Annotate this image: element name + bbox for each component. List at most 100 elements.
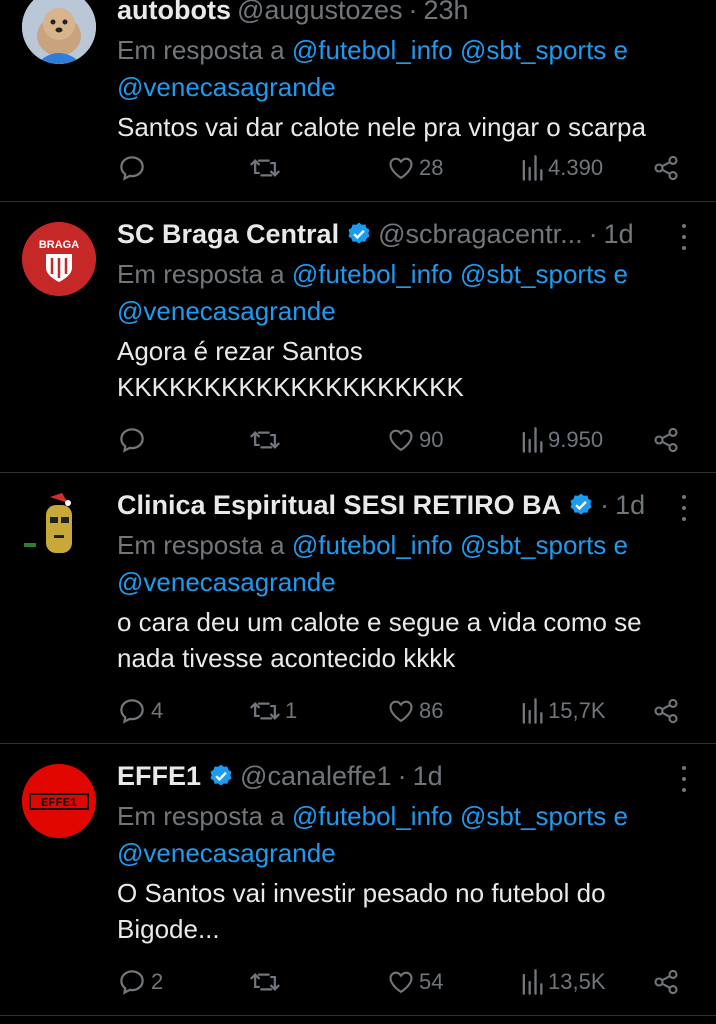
- share-button[interactable]: [652, 697, 680, 725]
- retweet-icon: [250, 431, 280, 449]
- reply-prefix: Em resposta a: [117, 35, 285, 65]
- avatar[interactable]: [22, 491, 96, 565]
- views-button[interactable]: 13,5K: [520, 968, 606, 996]
- retweet-icon: [250, 159, 280, 177]
- share-button[interactable]: [652, 426, 680, 454]
- share-button[interactable]: [652, 968, 680, 996]
- views-button[interactable]: 9.950: [520, 426, 603, 454]
- avatar-logo-text: EFFE1: [41, 796, 77, 810]
- mention-link[interactable]: @sbt_sports: [460, 35, 606, 65]
- view-count: 9.950: [548, 427, 604, 452]
- reply-prefix: Em resposta a: [117, 259, 285, 289]
- more-options-button[interactable]: [680, 766, 688, 792]
- mention-link[interactable]: @sbt_sports: [460, 530, 606, 560]
- author-handle[interactable]: @augustozes: [237, 0, 403, 26]
- tweet-text: O Santos vai investir pesado no futebol …: [117, 878, 606, 944]
- mention-link[interactable]: @venecasagrande: [117, 296, 336, 326]
- views-chart-icon: [522, 698, 543, 724]
- author-name[interactable]: SC Braga Central: [117, 219, 339, 250]
- reply-button[interactable]: 2: [117, 967, 163, 997]
- braga-crest-icon: BRAGA: [22, 222, 96, 296]
- avatar-logo-text: BRAGA: [39, 239, 79, 251]
- like-button[interactable]: 90: [387, 426, 443, 454]
- like-button[interactable]: 86: [387, 697, 443, 725]
- share-icon: [654, 969, 678, 995]
- mention-link[interactable]: @futebol_info: [292, 35, 453, 65]
- mention-link[interactable]: @futebol_info: [292, 801, 453, 831]
- retweet-button[interactable]: 1: [249, 696, 297, 726]
- views-chart-icon: [522, 969, 543, 995]
- mention-link[interactable]: @venecasagrande: [117, 567, 336, 597]
- mention-link[interactable]: @venecasagrande: [117, 838, 336, 868]
- like-count: 86: [419, 698, 444, 723]
- tweet[interactable]: Clinica Espiritual SESI RETIRO BA · 1d E…: [0, 473, 716, 744]
- share-icon: [654, 698, 678, 724]
- retweet-button[interactable]: [249, 425, 285, 455]
- separator-dot: ·: [408, 0, 418, 25]
- reply-context: Em resposta a @futebol_info @sbt_sports …: [117, 527, 696, 601]
- share-button[interactable]: [652, 154, 680, 182]
- reply-button[interactable]: 4: [117, 696, 163, 726]
- reply-context: Em resposta a @futebol_info @sbt_sports …: [117, 32, 696, 106]
- reply-context: Em resposta a @futebol_info @sbt_sports …: [117, 798, 696, 872]
- mention-link[interactable]: @sbt_sports: [460, 801, 606, 831]
- tweet-time[interactable]: 1d: [604, 219, 634, 250]
- author-handle[interactable]: @scbragacentr...: [378, 219, 583, 250]
- heart-icon: [389, 429, 413, 452]
- reply-conjunction: e: [613, 530, 628, 560]
- avatar[interactable]: [22, 0, 96, 64]
- tweet-time[interactable]: 1d: [615, 490, 645, 521]
- avatar[interactable]: EFFE1: [22, 764, 96, 838]
- reply-conjunction: e: [613, 259, 628, 289]
- reply-conjunction: e: [613, 35, 628, 65]
- effe1-logo-icon: EFFE1: [22, 764, 96, 838]
- author-name[interactable]: EFFE1: [117, 761, 201, 792]
- mention-link[interactable]: @sbt_sports: [460, 259, 606, 289]
- mention-link[interactable]: @venecasagrande: [117, 72, 336, 102]
- retweet-icon: [250, 702, 280, 720]
- reply-count: 4: [151, 698, 164, 723]
- reply-icon: [120, 428, 144, 453]
- separator-dot: ·: [588, 218, 598, 249]
- mention-link[interactable]: @futebol_info: [292, 259, 453, 289]
- reply-icon: [120, 699, 144, 724]
- tweet[interactable]: EFFE1 EFFE1 @canaleffe1 · 1d Em resposta…: [0, 744, 716, 1016]
- views-button[interactable]: 15,7K: [520, 697, 606, 725]
- reply-prefix: Em resposta a: [117, 530, 285, 560]
- tweet-time[interactable]: 1d: [413, 761, 443, 792]
- tweet[interactable]: autobots @augustozes · 23h Em resposta a…: [0, 0, 716, 202]
- dog-avatar-icon: [22, 0, 96, 64]
- reply-button[interactable]: [117, 425, 151, 455]
- more-options-button[interactable]: [680, 224, 688, 250]
- like-button[interactable]: 28: [387, 154, 443, 182]
- separator-dot: ·: [397, 760, 407, 791]
- retweet-icon: [250, 973, 280, 991]
- reply-icon: [120, 156, 144, 181]
- mention-link[interactable]: @futebol_info: [292, 530, 453, 560]
- tweet-time[interactable]: 23h: [424, 0, 469, 26]
- author-handle[interactable]: @canaleffe1: [240, 761, 392, 792]
- reply-conjunction: e: [613, 801, 628, 831]
- view-count: 13,5K: [548, 969, 606, 994]
- verified-badge-icon: [348, 222, 370, 244]
- retweet-button[interactable]: [249, 967, 285, 997]
- reply-count: 2: [151, 969, 164, 994]
- share-icon: [654, 155, 678, 181]
- author-name[interactable]: Clinica Espiritual SESI RETIRO BA: [117, 490, 561, 521]
- views-button[interactable]: 4.390: [520, 154, 603, 182]
- author-name[interactable]: autobots: [117, 0, 231, 26]
- tweet-text: Agora é rezar Santos KKKKKKKKKKKKKKKKKKK…: [117, 336, 464, 402]
- like-button[interactable]: 54: [387, 968, 443, 996]
- tweet[interactable]: BRAGA SC Braga Central @scbragacentr... …: [0, 202, 716, 473]
- gold-mask-avatar-icon: [22, 491, 96, 565]
- like-count: 54: [419, 969, 444, 994]
- views-chart-icon: [522, 427, 543, 453]
- reply-icon: [120, 970, 144, 995]
- retweet-button[interactable]: [249, 153, 285, 183]
- reply-button[interactable]: [117, 153, 151, 183]
- avatar[interactable]: BRAGA: [22, 222, 96, 296]
- like-count: 28: [419, 155, 444, 180]
- more-options-button[interactable]: [680, 495, 688, 521]
- share-icon: [654, 427, 678, 453]
- like-count: 90: [419, 427, 444, 452]
